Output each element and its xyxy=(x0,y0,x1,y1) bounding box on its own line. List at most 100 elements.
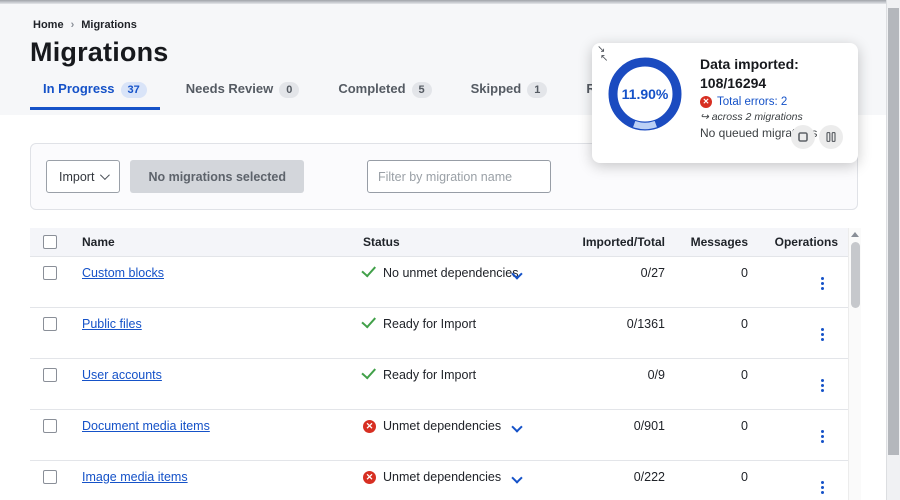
progress-percent: 11.90% xyxy=(621,86,669,102)
tab-skipped[interactable]: Skipped 1 xyxy=(458,81,561,110)
tab-in-progress[interactable]: In Progress 37 xyxy=(30,81,160,110)
import-dropdown-button[interactable]: Import xyxy=(46,160,121,193)
stop-icon xyxy=(798,132,808,142)
status-cell: ✕ Unmet dependencies xyxy=(363,410,573,433)
check-icon xyxy=(361,363,377,379)
migration-name-link[interactable]: Public files xyxy=(82,317,142,331)
operations-cell xyxy=(748,308,838,341)
row-checkbox-cell xyxy=(30,461,82,484)
page-scrollbar[interactable] xyxy=(886,0,900,500)
header-checkbox-cell xyxy=(30,235,82,249)
table-row: Custom blocks No unmet dependencies 0/27… xyxy=(30,257,848,308)
row-checkbox[interactable] xyxy=(43,368,57,382)
row-checkbox[interactable] xyxy=(43,470,57,484)
breadcrumb-home-link[interactable]: Home xyxy=(33,19,64,31)
chevron-down-icon xyxy=(100,170,111,181)
row-checkbox-cell xyxy=(30,308,82,331)
migration-name-link[interactable]: Image media items xyxy=(82,470,188,484)
messages-value: 0 xyxy=(741,470,748,484)
row-checkbox[interactable] xyxy=(43,266,57,280)
tab-label: In Progress xyxy=(43,81,115,96)
status-cell: No unmet dependencies xyxy=(361,257,573,280)
page-scrollbar-thumb[interactable] xyxy=(888,8,899,455)
total-errors-row: ✕ Total errors: 2 xyxy=(700,96,850,108)
tab-count-badge: 5 xyxy=(411,82,432,98)
status-cell: ✕ Unmet dependencies xyxy=(363,461,573,484)
data-imported-value: 108/16294 xyxy=(700,75,767,91)
no-migrations-selected-button: No migrations selected xyxy=(130,160,304,193)
error-icon: ✕ xyxy=(700,96,712,108)
row-checkbox-cell xyxy=(30,257,82,280)
tab-needs-review[interactable]: Needs Review 0 xyxy=(173,81,313,110)
row-checkbox[interactable] xyxy=(43,419,57,433)
tab-label: Skipped xyxy=(470,81,522,96)
header-operations: Operations xyxy=(774,235,838,249)
progress-ring: 11.90% xyxy=(605,54,685,134)
status-text: Unmet dependencies xyxy=(383,470,502,484)
operations-cell xyxy=(748,410,838,443)
tab-completed[interactable]: Completed 5 xyxy=(325,81,444,110)
stop-button[interactable] xyxy=(791,125,815,149)
table-scrollbar[interactable] xyxy=(848,228,861,500)
kebab-menu-icon[interactable] xyxy=(821,470,824,494)
table-row: Image media items ✕ Unmet dependencies 0… xyxy=(30,461,848,500)
migration-name-link[interactable]: Custom blocks xyxy=(82,266,164,280)
pause-icon xyxy=(826,132,836,142)
window-top-edge xyxy=(0,0,900,4)
imported-total-value: 0/901 xyxy=(633,419,665,433)
table-scrollbar-thumb[interactable] xyxy=(851,242,860,308)
select-all-checkbox[interactable] xyxy=(43,235,57,249)
header-status: Status xyxy=(363,235,400,249)
imported-total-value: 0/222 xyxy=(633,470,665,484)
breadcrumb-separator-icon: › xyxy=(70,19,75,31)
data-imported-label: Data imported: xyxy=(700,56,799,72)
status-text: Unmet dependencies xyxy=(383,419,502,433)
pause-button[interactable] xyxy=(819,125,843,149)
status-cell: Ready for Import xyxy=(361,308,573,331)
popup-controls xyxy=(791,125,843,149)
operations-cell xyxy=(748,461,838,494)
across-migrations-note: ↪ across 2 migrations xyxy=(700,111,803,123)
error-icon: ✕ xyxy=(363,470,376,484)
messages-value: 0 xyxy=(741,266,748,280)
total-errors-link[interactable]: Total errors: 2 xyxy=(717,96,787,108)
migrations-table: Name Status Imported/Total Messages Oper… xyxy=(30,228,848,500)
import-progress-popup: ↘ ↖ 11.90% Data imported: 108/16294 ✕ To… xyxy=(592,43,858,163)
migration-name-link[interactable]: Document media items xyxy=(82,419,210,433)
kebab-menu-icon[interactable] xyxy=(821,368,824,392)
header-imported-total: Imported/Total xyxy=(582,235,665,249)
table-header-row: Name Status Imported/Total Messages Oper… xyxy=(30,228,848,257)
messages-value: 0 xyxy=(741,317,748,331)
messages-value: 0 xyxy=(741,419,748,433)
tab-count-badge: 1 xyxy=(527,82,548,98)
row-checkbox-cell xyxy=(30,359,82,382)
check-icon xyxy=(361,312,377,328)
header-messages: Messages xyxy=(690,235,748,249)
filter-migration-input[interactable] xyxy=(366,160,551,193)
status-text: Ready for Import xyxy=(383,368,477,382)
status-text: Ready for Import xyxy=(383,317,477,331)
kebab-menu-icon[interactable] xyxy=(821,419,824,443)
migration-name-link[interactable]: User accounts xyxy=(82,368,162,382)
row-checkbox-cell xyxy=(30,410,82,433)
operations-cell xyxy=(748,359,838,392)
row-checkbox[interactable] xyxy=(43,317,57,331)
imported-total-value: 0/1361 xyxy=(626,317,665,331)
status-text: No unmet dependencies xyxy=(383,266,519,280)
chevron-down-icon[interactable] xyxy=(511,421,523,433)
tab-count-badge: 37 xyxy=(120,82,147,98)
tab-label: Completed xyxy=(338,81,406,96)
scrollbar-up-arrow-icon[interactable] xyxy=(851,232,859,237)
table-body: Custom blocks No unmet dependencies 0/27… xyxy=(30,257,848,500)
breadcrumb-current: Migrations xyxy=(81,19,137,31)
imported-total-value: 0/27 xyxy=(640,266,665,280)
kebab-menu-icon[interactable] xyxy=(821,317,824,341)
tab-count-badge: 0 xyxy=(279,82,300,98)
chevron-down-icon[interactable] xyxy=(511,472,523,484)
tab-label: Needs Review xyxy=(185,81,274,96)
header-name: Name xyxy=(82,235,115,249)
kebab-menu-icon[interactable] xyxy=(821,266,824,290)
imported-total-value: 0/9 xyxy=(647,368,665,382)
error-icon: ✕ xyxy=(363,419,376,433)
table-row: Document media items ✕ Unmet dependencie… xyxy=(30,410,848,461)
